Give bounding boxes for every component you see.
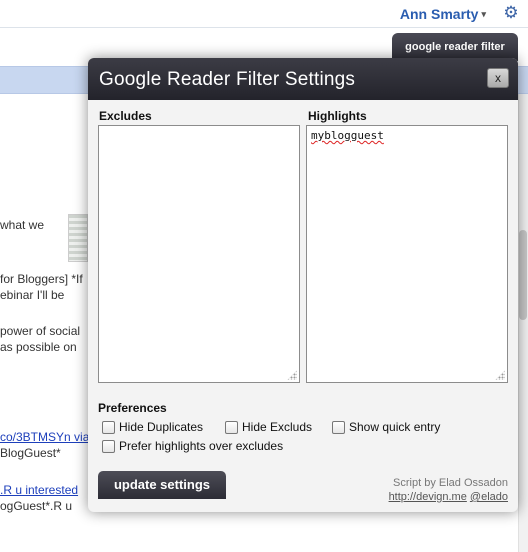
show-quick-entry-checkbox[interactable]: Show quick entry [332, 420, 440, 434]
dialog-title-bar: Google Reader Filter Settings x [88, 58, 518, 100]
feed-text: power of social [0, 324, 81, 338]
scrollbar[interactable] [518, 94, 528, 552]
feed-text: ogGuest*.R u [0, 499, 73, 513]
top-bar: Ann Smarty ▾ ⚙ [0, 0, 528, 28]
update-settings-button[interactable]: update settings [98, 471, 226, 499]
feed-text: what we [0, 218, 45, 232]
divider [0, 27, 528, 28]
elado-link[interactable]: @elado [470, 491, 508, 503]
chevron-down-icon: ▾ [481, 9, 486, 19]
highlights-value: myblogguest [311, 129, 384, 142]
checkbox-icon[interactable] [102, 439, 115, 453]
credit-line: Script by Elad Ossadon [393, 477, 508, 489]
checkbox-icon[interactable] [332, 420, 345, 434]
feed-text: for Bloggers] *If [0, 272, 83, 286]
gear-icon[interactable]: ⚙ [502, 4, 520, 22]
account-menu[interactable]: Ann Smarty ▾ [400, 6, 486, 22]
feed-link[interactable]: .R u interested [0, 483, 78, 497]
feed-text: BlogGuest* [0, 446, 61, 460]
excludes-textarea[interactable] [98, 125, 300, 383]
feed-text: as possible on [0, 340, 77, 354]
hide-duplicates-label: Hide Duplicates [119, 420, 204, 434]
credit-links: http://devign.me @elado [389, 490, 508, 504]
prefer-highlights-label: Prefer highlights over excludes [119, 439, 284, 453]
prefer-highlights-checkbox[interactable]: Prefer highlights over excludes [102, 439, 283, 453]
excludes-container [98, 125, 300, 383]
excludes-label: Excludes [99, 109, 152, 123]
credit: Script by Elad Ossadon http://devign.me … [389, 476, 508, 504]
feed-text: ebinar I'll be [0, 288, 65, 302]
feed-thumbnail[interactable] [68, 214, 88, 262]
dialog-title: Google Reader Filter Settings [99, 69, 356, 90]
scrollbar-thumb[interactable] [519, 230, 527, 320]
checkbox-icon[interactable] [102, 420, 115, 434]
highlights-container: myblogguest [306, 125, 508, 383]
highlights-textarea[interactable]: myblogguest [306, 125, 508, 383]
show-quick-entry-label: Show quick entry [349, 420, 441, 434]
highlights-label: Highlights [308, 109, 367, 123]
account-name: Ann Smarty [399, 6, 479, 22]
hide-excludes-label: Hide Excluds [242, 420, 313, 434]
settings-dialog: Google Reader Filter Settings x Excludes… [88, 58, 518, 512]
hide-duplicates-checkbox[interactable]: Hide Duplicates [102, 420, 203, 434]
hide-excludes-checkbox[interactable]: Hide Excluds [225, 420, 312, 434]
google-reader-filter-tab[interactable]: google reader filter [392, 33, 518, 61]
close-button[interactable]: x [487, 68, 509, 88]
devign-link[interactable]: http://devign.me [389, 491, 467, 503]
preferences-label: Preferences [98, 401, 167, 415]
checkbox-icon[interactable] [225, 420, 238, 434]
feed-link[interactable]: co/3BTMSYn via [0, 430, 89, 444]
